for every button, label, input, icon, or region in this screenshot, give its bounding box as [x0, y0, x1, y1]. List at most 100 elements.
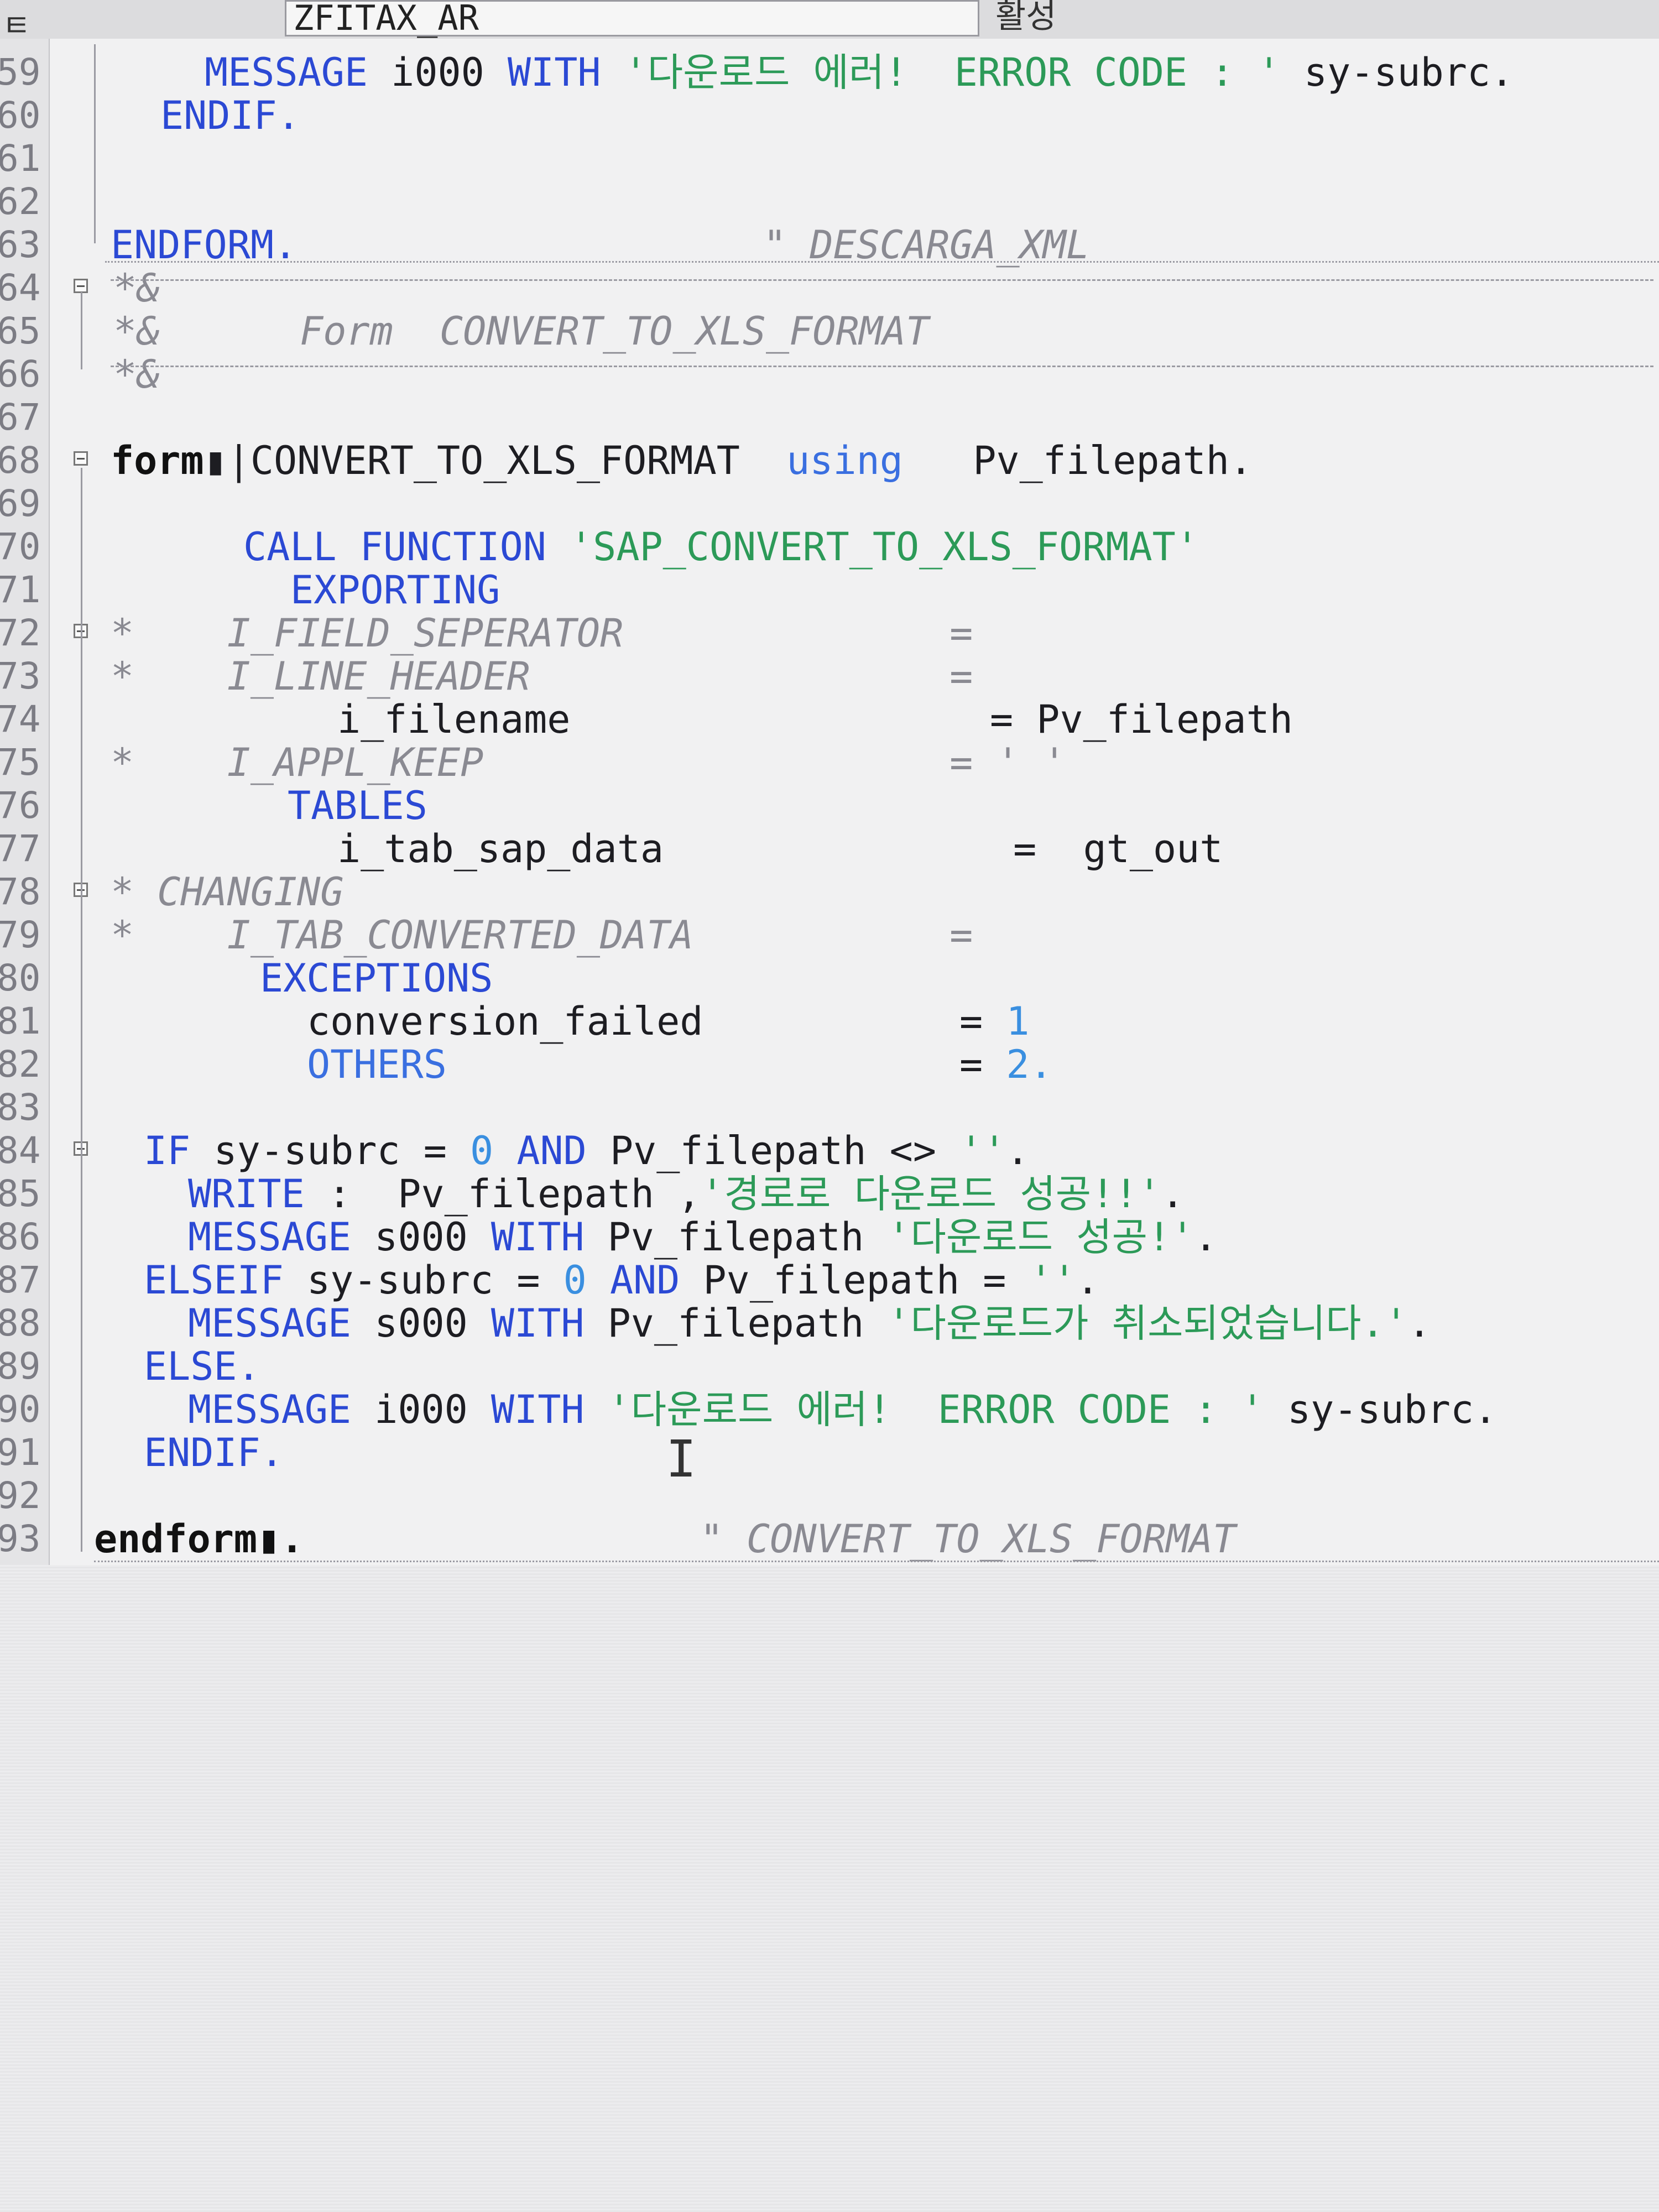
line-number: 69	[0, 482, 41, 525]
line-number: 61	[0, 137, 41, 180]
code-text: * I_TAB_CONVERTED_DATA =	[111, 912, 973, 958]
line-number: 88	[0, 1302, 41, 1344]
code-text: i_filename = Pv_filepath	[337, 697, 1293, 742]
line-number: 89	[0, 1345, 41, 1387]
line-number: 87	[0, 1259, 41, 1301]
line-number: 70	[0, 525, 41, 568]
line-number: 77	[0, 827, 41, 870]
comment-separator	[111, 366, 1653, 367]
code-text: * I_APPL_KEEP = ' '	[111, 740, 1066, 785]
line-number: 93	[0, 1517, 41, 1560]
code-line[interactable]: 78 * CHANGING	[0, 870, 1659, 914]
code-line[interactable]: 69	[0, 482, 1659, 525]
code-line[interactable]: 93 endform▮. " CONVERT_TO_XLS_FORMAT	[0, 1517, 1659, 1561]
code-line[interactable]: 71 EXPORTING	[0, 568, 1659, 612]
title-bar: ㅌ ZFITAX_AR 활성	[0, 0, 1659, 44]
line-number: 65	[0, 310, 41, 352]
code-line[interactable]: 62	[0, 180, 1659, 223]
line-number: 79	[0, 914, 41, 956]
line-number: 76	[0, 784, 41, 827]
code-text: MESSAGE s000 WITH Pv_filepath '다운로드 성공!'…	[188, 1214, 1218, 1260]
code-text: TABLES	[288, 783, 427, 828]
fold-guide	[81, 292, 82, 369]
line-number: 68	[0, 439, 41, 482]
code-text: ENDIF.	[144, 1430, 284, 1475]
code-line[interactable]: 73 * I_LINE_HEADER =	[0, 655, 1659, 698]
form-end-separator	[105, 261, 1659, 263]
code-line[interactable]: 82 OTHERS = 2.	[0, 1043, 1659, 1086]
code-text: ENDIF.	[160, 93, 300, 138]
code-line[interactable]: 59 MESSAGE i000 WITH '다운로드 에러! ERROR COD…	[0, 51, 1659, 94]
code-line[interactable]: 75 * I_APPL_KEEP = ' '	[0, 741, 1659, 784]
code-line[interactable]: 85 WRITE : Pv_filepath ,'경로로 다운로드 성공!!'.	[0, 1172, 1659, 1215]
line-number: 83	[0, 1086, 41, 1129]
code-line[interactable]: 83	[0, 1086, 1659, 1129]
line-number: 81	[0, 1000, 41, 1042]
status-label: 활성	[995, 0, 1057, 36]
code-text: ELSE.	[144, 1344, 260, 1389]
comment-separator	[111, 279, 1653, 281]
code-line[interactable]: 64 *&	[0, 267, 1659, 310]
code-line[interactable]: 84 IF sy-subrc = 0 AND Pv_filepath <> ''…	[0, 1129, 1659, 1172]
text-cursor-icon: I	[666, 1430, 697, 1489]
code-line[interactable]: 92	[0, 1474, 1659, 1517]
code-text: endform▮. " CONVERT_TO_XLS_FORMAT	[94, 1516, 1237, 1562]
code-text: EXCEPTIONS	[260, 956, 493, 1001]
line-number: 59	[0, 51, 41, 93]
code-text: MESSAGE s000 WITH Pv_filepath '다운로드가 취소되…	[188, 1301, 1431, 1346]
line-number: 90	[0, 1388, 41, 1431]
code-text: WRITE : Pv_filepath ,'경로로 다운로드 성공!!'.	[188, 1171, 1185, 1217]
line-number: 60	[0, 94, 41, 137]
code-line[interactable]: 91 ENDIF.	[0, 1431, 1659, 1474]
code-line[interactable]: 80 EXCEPTIONS	[0, 957, 1659, 1000]
code-line[interactable]: 86 MESSAGE s000 WITH Pv_filepath '다운로드 성…	[0, 1215, 1659, 1259]
code-line[interactable]: 89 ELSE.	[0, 1345, 1659, 1388]
code-line[interactable]: 81 conversion_failed = 1	[0, 1000, 1659, 1043]
code-line[interactable]: 90 MESSAGE i000 WITH '다운로드 에러! ERROR COD…	[0, 1388, 1659, 1431]
empty-editor-area	[0, 1565, 1659, 2212]
code-line[interactable]: 72 * I_FIELD_SEPERATOR =	[0, 612, 1659, 655]
code-text: form▮|CONVERT_TO_XLS_FORMAT using Pv_fil…	[111, 438, 1253, 483]
code-line[interactable]: 88 MESSAGE s000 WITH Pv_filepath '다운로드가 …	[0, 1302, 1659, 1345]
code-text: OTHERS = 2.	[307, 1042, 1053, 1087]
code-text: CALL FUNCTION 'SAP_CONVERT_TO_XLS_FORMAT…	[243, 524, 1199, 570]
code-line[interactable]: 61	[0, 137, 1659, 180]
line-number: 86	[0, 1215, 41, 1258]
fold-toggle-icon[interactable]	[74, 279, 88, 293]
line-number: 74	[0, 698, 41, 740]
line-number: 62	[0, 180, 41, 223]
line-number: 92	[0, 1474, 41, 1517]
code-text: IF sy-subrc = 0 AND Pv_filepath <> ''.	[144, 1128, 1030, 1173]
code-line[interactable]: 60 ENDIF.	[0, 94, 1659, 137]
code-text: *& Form CONVERT_TO_XLS_FORMAT	[113, 309, 930, 354]
line-number: 84	[0, 1129, 41, 1172]
code-line[interactable]: 65 *& Form CONVERT_TO_XLS_FORMAT	[0, 310, 1659, 353]
line-number: 73	[0, 655, 41, 697]
code-text: ENDFORM. " DESCARGA_XML	[111, 222, 1090, 268]
fold-toggle-icon[interactable]	[74, 451, 88, 466]
code-line[interactable]: 68 form▮|CONVERT_TO_XLS_FORMAT using Pv_…	[0, 439, 1659, 482]
code-text: MESSAGE i000 WITH '다운로드 에러! ERROR CODE :…	[188, 1387, 1498, 1432]
code-line[interactable]: 67	[0, 396, 1659, 439]
line-number: 72	[0, 612, 41, 654]
code-text: *&	[113, 352, 160, 397]
code-line[interactable]: 70 CALL FUNCTION 'SAP_CONVERT_TO_XLS_FOR…	[0, 525, 1659, 568]
line-number: 85	[0, 1172, 41, 1215]
code-line[interactable]: 76 TABLES	[0, 784, 1659, 827]
code-line[interactable]: 63 ENDFORM. " DESCARGA_XML	[0, 223, 1659, 267]
code-line[interactable]: 66 *&	[0, 353, 1659, 396]
code-text: ELSEIF sy-subrc = 0 AND Pv_filepath = ''…	[144, 1258, 1099, 1303]
line-number: 64	[0, 267, 41, 309]
form-end-separator	[94, 1561, 1659, 1562]
code-line[interactable]: 74 i_filename = Pv_filepath	[0, 698, 1659, 741]
code-line[interactable]: 79 * I_TAB_CONVERTED_DATA =	[0, 914, 1659, 957]
code-line[interactable]: 77 i_tab_sap_data = gt_out	[0, 827, 1659, 870]
code-text: *&	[113, 265, 160, 311]
line-number: 66	[0, 353, 41, 395]
program-name-field[interactable]: ZFITAX_AR	[285, 0, 979, 36]
code-text: * I_FIELD_SEPERATOR =	[111, 611, 973, 656]
code-text: MESSAGE i000 WITH '다운로드 에러! ERROR CODE :…	[205, 50, 1514, 95]
line-number: 78	[0, 870, 41, 913]
code-line[interactable]: 87 ELSEIF sy-subrc = 0 AND Pv_filepath =…	[0, 1259, 1659, 1302]
line-number: 75	[0, 741, 41, 784]
